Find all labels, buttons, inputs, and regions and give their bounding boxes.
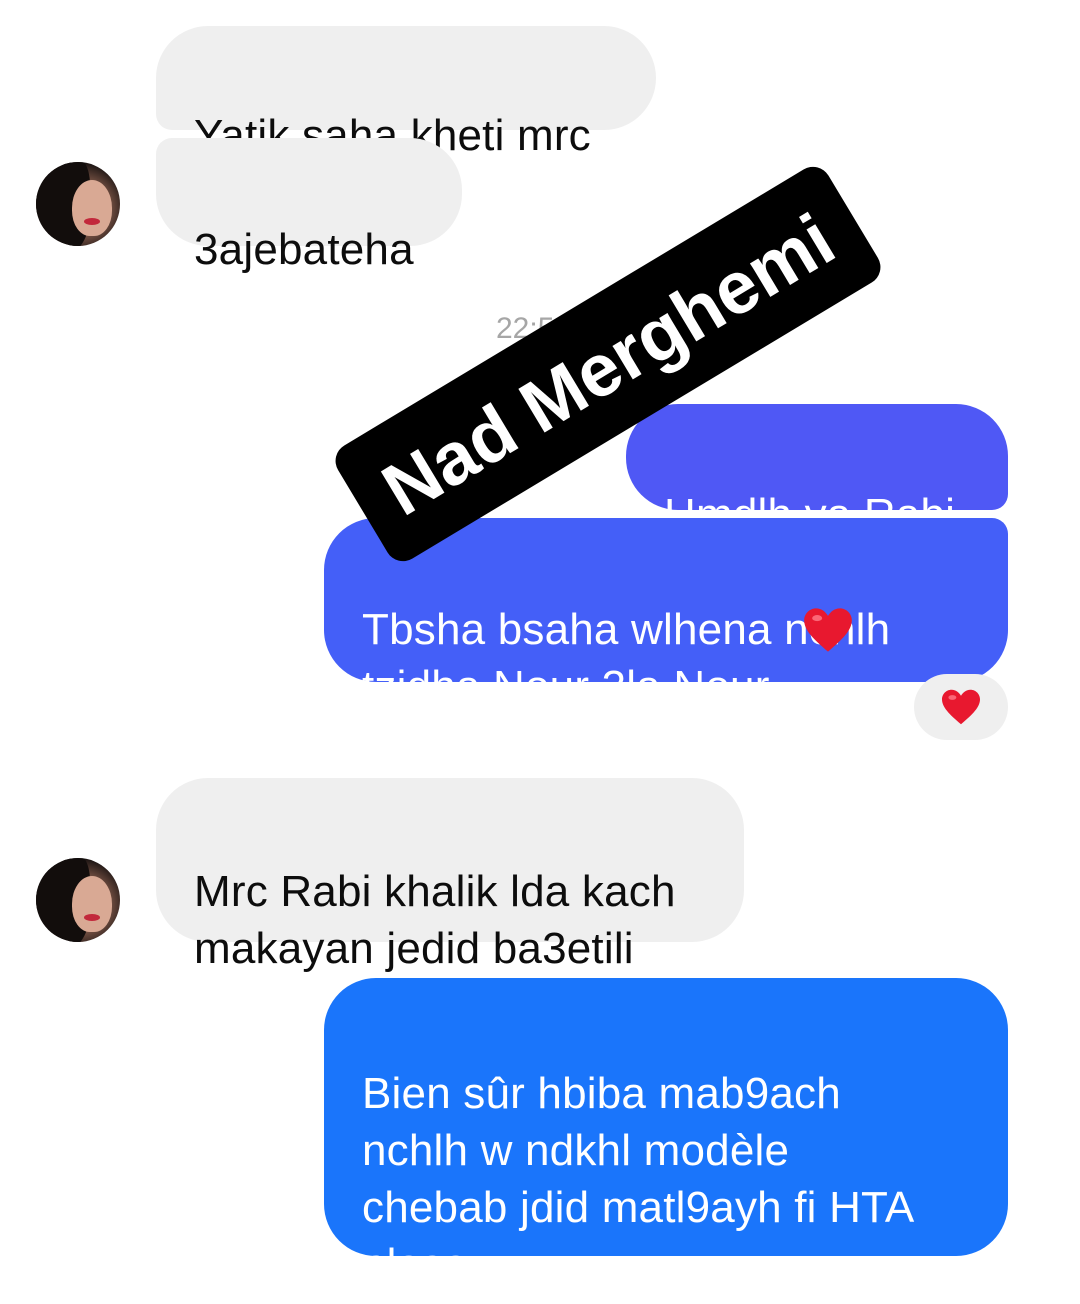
incoming-message[interactable]: Yatik saha kheti mrc: [156, 26, 656, 160]
message-text: 3ajebateha: [194, 225, 414, 274]
message-text: Bien sûr hbiba mab9ach nchlh w ndkhl mod…: [362, 1069, 915, 1289]
message-reaction[interactable]: [914, 674, 1008, 740]
contact-avatar[interactable]: [36, 858, 120, 942]
outgoing-message[interactable]: Bien sûr hbiba mab9ach nchlh w ndkhl mod…: [324, 978, 1008, 1289]
incoming-message[interactable]: 3ajebateha: [156, 138, 462, 274]
contact-avatar[interactable]: [36, 162, 120, 246]
incoming-message[interactable]: Mrc Rabi khalik lda kach makayan jedid b…: [156, 778, 744, 973]
avatar-face: [72, 876, 112, 932]
outgoing-message[interactable]: Hmdlh ya Rabi: [626, 404, 1008, 539]
message-text: Mrc Rabi khalik lda kach makayan jedid b…: [194, 867, 676, 973]
avatar-lips: [84, 914, 100, 921]
heart-emoji-icon: [804, 608, 852, 652]
heart-reaction-icon: [942, 689, 980, 725]
avatar-face: [72, 180, 112, 236]
avatar-lips: [84, 218, 100, 225]
